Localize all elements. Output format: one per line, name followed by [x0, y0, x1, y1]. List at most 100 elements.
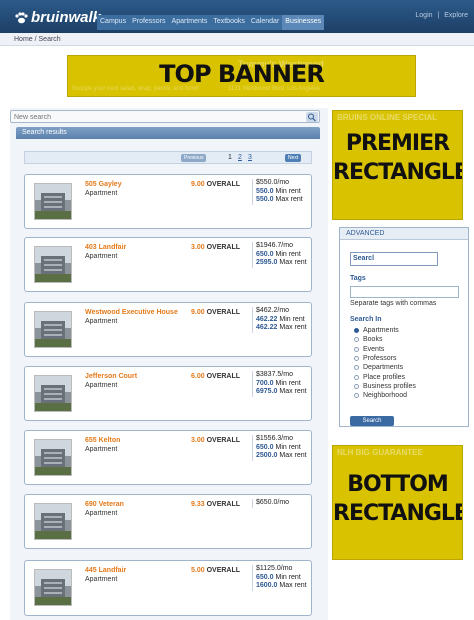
- overall-rating: 3.00 OVERALL: [191, 244, 241, 251]
- apartment-name[interactable]: Westwood Executive House: [85, 309, 178, 316]
- bottom-rectangle-ad[interactable]: NLH BIG GUARANTEE BOTTOM RECTANGLE: [332, 445, 463, 560]
- tab-textbooks[interactable]: Textbooks: [210, 15, 248, 30]
- nav-tabs: Campus Professors Apartments Textbooks C…: [97, 15, 325, 30]
- apartment-name[interactable]: Jefferson Court: [85, 373, 137, 380]
- rent-info: $1125.0/mo 650.0 Min rent 1600.0 Max ren…: [252, 565, 307, 591]
- radio[interactable]: [354, 393, 359, 399]
- apartment-photo[interactable]: [34, 569, 72, 606]
- breadcrumb[interactable]: Home / Search: [0, 33, 474, 46]
- apartment-photo[interactable]: [34, 246, 72, 283]
- logo[interactable]: bruinwalk: [14, 9, 101, 26]
- rent-info: $1556.3/mo 650.0 Min rent 2500.0 Max ren…: [252, 435, 307, 461]
- option-apartments[interactable]: Apartments: [354, 326, 416, 335]
- apartment-name[interactable]: 403 Landfair: [85, 244, 126, 251]
- result-card[interactable]: 690 Veteran Apartment 9.33 OVERALL $650.…: [24, 494, 312, 549]
- new-search-bar: [10, 110, 320, 123]
- apartment-type: Apartment: [85, 190, 118, 197]
- option-professors[interactable]: Professors: [354, 354, 416, 363]
- result-card[interactable]: 505 Gayley Apartment 9.00 OVERALL $550.0…: [24, 174, 312, 229]
- apartment-type: Apartment: [85, 576, 118, 583]
- search-icon[interactable]: [306, 112, 318, 122]
- advanced-header: ADVANCED: [340, 228, 468, 240]
- apartment-type: Apartment: [85, 253, 118, 260]
- results-header: Search results: [16, 127, 320, 139]
- rent-info: $650.0/mo: [252, 499, 307, 508]
- radio[interactable]: [354, 337, 359, 343]
- top-banner-label: TOP BANNER: [159, 60, 325, 88]
- apartment-photo[interactable]: [34, 183, 72, 220]
- page-3[interactable]: 3: [248, 154, 252, 161]
- overall-rating: 5.00 OVERALL: [191, 567, 241, 574]
- apartment-type: Apartment: [85, 510, 118, 517]
- advanced-search-field[interactable]: Searcl: [350, 252, 438, 266]
- rent-info: $1946.7/mo 650.0 Min rent 2595.0 Max ren…: [252, 242, 307, 268]
- apartment-type: Apartment: [85, 318, 118, 325]
- tags-label: Tags: [350, 275, 366, 282]
- apartment-photo[interactable]: [34, 375, 72, 412]
- paw-icon: [15, 11, 28, 23]
- advanced-search-button[interactable]: Search: [350, 416, 394, 426]
- result-card[interactable]: 445 Landfair Apartment 5.00 OVERALL $112…: [24, 560, 312, 616]
- top-banner-ad[interactable]: Tommy's Westwood Scoops your next salad,…: [67, 55, 416, 97]
- tab-calendar[interactable]: Calendar: [247, 15, 283, 30]
- overall-rating: 6.00 OVERALL: [191, 373, 241, 380]
- overall-rating: 9.33 OVERALL: [191, 501, 241, 508]
- search-input[interactable]: [14, 112, 294, 122]
- radio[interactable]: [354, 383, 359, 389]
- result-card[interactable]: 403 Landfair Apartment 3.00 OVERALL $194…: [24, 237, 312, 292]
- apartment-photo[interactable]: [34, 311, 72, 348]
- radio[interactable]: [354, 346, 359, 352]
- rent-info: $462.2/mo 462.22 Min rent 462.22 Max ren…: [252, 307, 307, 333]
- apartment-name[interactable]: 655 Kelton: [85, 437, 120, 444]
- result-card[interactable]: Jefferson Court Apartment 6.00 OVERALL $…: [24, 366, 312, 421]
- apartment-photo[interactable]: [34, 503, 72, 540]
- overall-rating: 3.00 OVERALL: [191, 437, 241, 444]
- logo-text: bruinwalk: [31, 9, 102, 26]
- tab-professors[interactable]: Professors: [129, 15, 169, 30]
- overall-rating: 9.00 OVERALL: [191, 309, 241, 316]
- option-events[interactable]: Events: [354, 345, 416, 354]
- apartment-type: Apartment: [85, 446, 118, 453]
- option-place-profiles[interactable]: Place profiles: [354, 372, 416, 381]
- apartment-photo[interactable]: [34, 439, 72, 476]
- ad-background-text: BRUINS ONLINE SPECIAL: [337, 113, 438, 122]
- overall-rating: 9.00 OVERALL: [191, 181, 241, 188]
- bottom-rectangle-label: BOTTOM RECTANGLE: [333, 472, 463, 526]
- next-button[interactable]: Next: [285, 154, 302, 162]
- option-business-profiles[interactable]: Business profiles: [354, 382, 416, 391]
- tab-apartments[interactable]: Apartments: [168, 15, 211, 30]
- apartment-name[interactable]: 445 Landfair: [85, 567, 126, 574]
- search-in-options: Apartments Books Events Professors Depar…: [354, 326, 416, 400]
- apartment-name[interactable]: 505 Gayley: [85, 181, 122, 188]
- result-card[interactable]: 655 Kelton Apartment 3.00 OVERALL $1556.…: [24, 430, 312, 485]
- rent-info: $3837.5/mo 700.0 Min rent 6975.0 Max ren…: [252, 371, 307, 397]
- tab-businesses[interactable]: Businesses: [282, 15, 325, 30]
- previous-button[interactable]: Previous: [181, 154, 207, 162]
- tags-input[interactable]: [350, 286, 459, 298]
- premier-rectangle-ad[interactable]: BRUINS ONLINE SPECIAL PREMIER RECTANGLE: [332, 110, 463, 220]
- ad-background-text: NLH BIG GUARANTEE: [337, 448, 423, 457]
- search-in-label: Search In: [350, 316, 382, 323]
- explore-link[interactable]: Explore: [444, 12, 468, 19]
- top-navigation: bruinwalk Campus Professors Apartments T…: [0, 0, 474, 33]
- login-link[interactable]: Login: [415, 12, 432, 19]
- page-2[interactable]: 2: [238, 154, 242, 161]
- apartment-name[interactable]: 690 Veteran: [85, 501, 124, 508]
- result-card[interactable]: Westwood Executive House Apartment 9.00 …: [24, 302, 312, 357]
- radio[interactable]: [354, 365, 359, 371]
- tags-hint: Separate tags with commas: [350, 300, 437, 307]
- radio[interactable]: [354, 374, 359, 380]
- advanced-search-panel: ADVANCED Searcl Tags Separate tags with …: [339, 227, 469, 427]
- option-departments[interactable]: Departments: [354, 363, 416, 372]
- link-separator: |: [437, 12, 440, 19]
- tab-campus[interactable]: Campus: [97, 15, 130, 30]
- option-books[interactable]: Books: [354, 335, 416, 344]
- rent-info: $550.0/mo 550.0 Min rent 550.0 Max rent: [252, 179, 307, 205]
- apartment-type: Apartment: [85, 382, 118, 389]
- pagination: Previous 1 2 3 Next: [24, 151, 312, 164]
- page-1: 1: [228, 154, 232, 161]
- top-links: Login | Explore: [412, 12, 468, 19]
- option-neighborhood[interactable]: Neighborhood: [354, 391, 416, 400]
- radio-checked[interactable]: [354, 328, 359, 334]
- radio[interactable]: [354, 356, 359, 362]
